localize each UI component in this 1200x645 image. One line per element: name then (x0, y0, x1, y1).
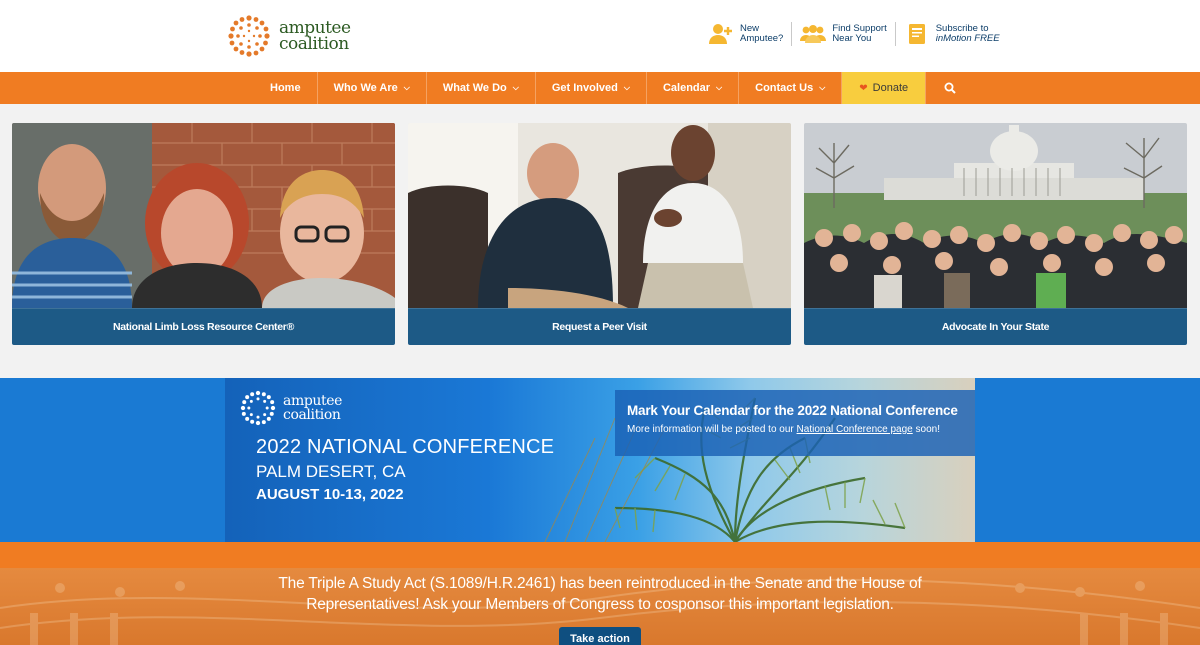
resource-center-caption: National Limb Loss Resource Center® (12, 308, 395, 345)
conference-location: PALM DESERT, CA (256, 462, 406, 481)
national-conference-link[interactable]: National Conference page (797, 424, 913, 435)
resource-center-card[interactable]: National Limb Loss Resource Center® (12, 123, 395, 345)
quick-links: New Amputee? Find Support Near You Subsc… (700, 22, 1008, 46)
site-header: amputee coalition New Amputee? Find Supp… (0, 0, 1200, 72)
add-person-icon (708, 22, 734, 46)
peer-visit-card[interactable]: Request a Peer Visit (408, 123, 791, 345)
nav-contact-us[interactable]: Contact Us ⌵ (739, 72, 843, 104)
chevron-down-icon: ⌵ (403, 83, 410, 92)
logo-line-2: coalition (279, 34, 349, 54)
magazine-icon (904, 22, 930, 46)
chevron-down-icon: ⌵ (819, 83, 826, 92)
coalition-logo-icon (228, 15, 270, 57)
chevron-down-icon: ⌵ (623, 83, 630, 92)
new-amputee-line-2: Amputee? (740, 33, 784, 44)
nav-what-we-do-label: What We Do (442, 82, 507, 94)
staff-photo (12, 123, 395, 308)
conference-note-text: More information will be posted to our N… (627, 424, 975, 435)
heart-icon: ❤ (859, 82, 868, 94)
find-support-line-2: Near You (832, 33, 872, 44)
conference-banner[interactable]: amputee coalition 2022 NATIONAL CONFEREN… (225, 378, 975, 542)
conference-title: 2022 NATIONAL CONFERENCE (256, 436, 555, 458)
note-prefix: More information will be posted to our (627, 424, 797, 435)
nav-get-involved[interactable]: Get Involved ⌵ (536, 72, 647, 104)
advocate-caption-text: Advocate In Your State (941, 320, 1050, 333)
peer-visit-caption: Request a Peer Visit (408, 308, 791, 345)
group-icon (800, 22, 827, 46)
coalition-logo-icon (240, 390, 276, 426)
resource-center-caption-text: National Limb Loss Resource Center® (112, 320, 295, 333)
advocate-card[interactable]: Advocate In Your State (804, 123, 1187, 345)
nav-get-involved-label: Get Involved (551, 82, 618, 94)
capitol-group-photo (804, 123, 1187, 308)
peer-visit-photo (408, 123, 791, 308)
advocate-caption: Advocate In Your State (804, 308, 1187, 345)
conf-logo-line-1: amputee (283, 393, 342, 409)
logo-wordmark: amputee coalition (279, 20, 351, 54)
subscribe-line-2: inMotion FREE (935, 33, 1000, 44)
conf-logo-line-2: coalition (283, 407, 341, 423)
main-nav: Home Who We Are ⌵ What We Do ⌵ Get Involve… (0, 72, 1200, 104)
find-support-link[interactable]: Find Support Near You (791, 22, 894, 46)
note-suffix: soon! (912, 424, 940, 435)
chevron-down-icon: ⌵ (512, 83, 519, 92)
nav-who-we-are[interactable]: Who We Are ⌵ (318, 72, 427, 104)
advocacy-message: The Triple A Study Act (S.1089/H.R.2461)… (278, 575, 922, 613)
nav-home[interactable]: Home (254, 72, 318, 104)
new-amputee-link[interactable]: New Amputee? (700, 22, 791, 46)
donate-label: Donate (872, 82, 909, 94)
conference-logo: amputee coalition (238, 388, 342, 428)
conference-note-heading: Mark Your Calendar for the 2022 National… (627, 403, 958, 418)
site-logo[interactable]: amputee coalition (225, 12, 360, 60)
nav-who-we-are-label: Who We Are (333, 82, 398, 94)
conference-band: amputee coalition 2022 NATIONAL CONFEREN… (0, 378, 1200, 542)
nav-contact-us-label: Contact Us (755, 82, 814, 94)
nav-what-we-do[interactable]: What We Do ⌵ (427, 72, 536, 104)
take-action-button[interactable]: Take action (559, 627, 641, 645)
search-icon (944, 82, 956, 94)
conference-dates: AUGUST 10-13, 2022 (256, 486, 404, 503)
search-button[interactable] (926, 72, 974, 104)
donate-button[interactable]: ❤ Donate (842, 72, 927, 104)
nav-calendar[interactable]: Calendar ⌵ (647, 72, 740, 104)
feature-cards: National Limb Loss Resource Center® Requ… (0, 104, 1200, 378)
orange-divider (0, 542, 1200, 568)
peer-visit-caption-text: Request a Peer Visit (552, 320, 647, 333)
conference-note: Mark Your Calendar for the 2022 National… (615, 390, 975, 456)
nav-calendar-label: Calendar (662, 82, 711, 94)
subscribe-inmotion-link[interactable]: Subscribe to inMotion FREE (894, 22, 1008, 46)
chevron-down-icon: ⌵ (716, 83, 723, 92)
nav-home-label: Home (270, 82, 301, 94)
